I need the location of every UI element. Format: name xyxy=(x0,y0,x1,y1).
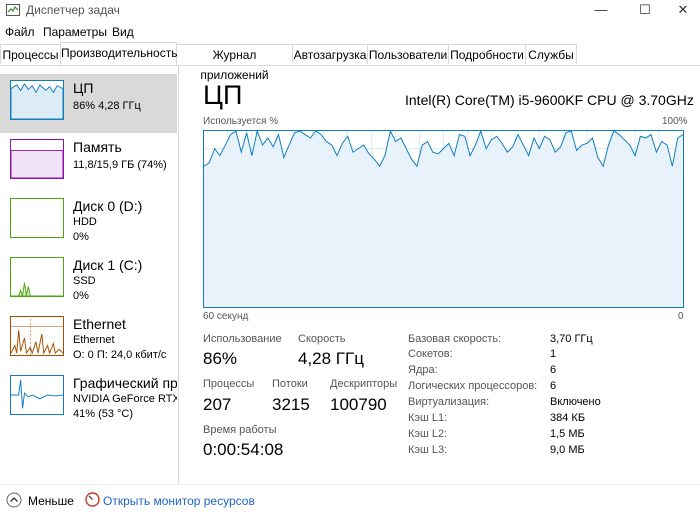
sidebar-item-disk0[interactable]: Диск 0 (D:) HDD 0% xyxy=(0,192,177,251)
sidebar-item-type: HDD xyxy=(73,216,97,228)
sidebar-item-title: Ethernet xyxy=(73,316,126,332)
detail-value: 6 xyxy=(550,380,557,392)
detail-label: Ядра: xyxy=(408,364,438,376)
minimize-button[interactable]: — xyxy=(578,0,624,22)
menu-file[interactable]: Файл xyxy=(5,25,35,39)
graph-time-label: 60 секунд xyxy=(203,311,249,322)
detail-value: 3,70 ГГц xyxy=(550,333,593,345)
uptime-label: Время работы xyxy=(203,424,277,436)
threads-value: 3215 xyxy=(272,395,310,414)
tab-details[interactable]: Подробности xyxy=(448,44,526,64)
tab-users[interactable]: Пользователи xyxy=(367,44,449,64)
sidebar-item-disk1[interactable]: Диск 1 (C:) SSD 0% xyxy=(0,251,177,310)
sidebar-item-title: Память xyxy=(73,139,122,155)
cpu-model: Intel(R) Core(TM) i5-9600KF CPU @ 3.70GH… xyxy=(405,92,694,108)
sidebar-item-detail: 0% xyxy=(73,231,89,243)
disk1-thumbnail xyxy=(10,257,64,297)
tab-app-history[interactable]: Журнал приложений xyxy=(176,44,293,82)
task-manager-icon xyxy=(6,4,20,16)
fewer-details-button[interactable]: Меньше xyxy=(28,494,74,508)
menu-view[interactable]: Вид xyxy=(112,25,134,39)
tab-services[interactable]: Службы xyxy=(525,44,577,64)
detail-label: Кэш L2: xyxy=(408,428,448,440)
resource-monitor-icon[interactable] xyxy=(85,492,100,507)
detail-label: Сокетов: xyxy=(408,348,453,360)
sidebar-item-ethernet[interactable]: Ethernet Ethernet О: 0 П: 24,0 кбит/с xyxy=(0,310,177,369)
sidebar-item-detail: 86% 4,28 ГГц xyxy=(73,100,141,112)
usage-label: Использование xyxy=(203,333,282,345)
detail-value: 384 КБ xyxy=(550,412,586,424)
detail-label: Виртуализация: xyxy=(408,396,490,408)
close-button[interactable]: ✕ xyxy=(660,0,700,22)
usage-value: 86% xyxy=(203,349,238,368)
detail-value: 1,5 МБ xyxy=(550,428,585,440)
detail-label: Логических процессоров: xyxy=(408,380,538,392)
tab-performance[interactable]: Производительность xyxy=(60,42,177,65)
graph-min-label: 0 xyxy=(678,311,684,322)
sidebar-item-cpu[interactable]: ЦП 86% 4,28 ГГц xyxy=(0,74,177,133)
cpu-usage-graph xyxy=(203,130,684,308)
window-title: Диспетчер задач xyxy=(26,3,120,17)
detail-label: Кэш L1: xyxy=(408,412,448,424)
menu-options[interactable]: Параметры xyxy=(43,25,107,39)
tab-startup[interactable]: Автозагрузка xyxy=(292,44,368,64)
threads-label: Потоки xyxy=(272,378,308,390)
graph-max-label: 100% xyxy=(662,116,688,127)
sidebar-item-title: Диск 0 (D:) xyxy=(73,198,143,214)
memory-thumbnail xyxy=(10,139,64,179)
sidebar-item-detail: О: 0 П: 24,0 кбит/с xyxy=(73,349,167,361)
uptime-value: 0:00:54:08 xyxy=(203,440,284,459)
detail-value: 9,0 МБ xyxy=(550,444,585,456)
sidebar-item-detail: 41% (53 °C) xyxy=(73,408,134,420)
sidebar-item-title: Диск 1 (C:) xyxy=(73,257,143,273)
disk0-thumbnail xyxy=(10,198,64,238)
chevron-up-icon[interactable] xyxy=(6,492,22,508)
handles-label: Дескрипторы xyxy=(330,378,398,390)
ethernet-thumbnail xyxy=(10,316,64,356)
processes-value: 207 xyxy=(203,395,232,414)
cpu-thumbnail xyxy=(10,80,64,120)
sidebar: ЦП 86% 4,28 ГГц Память 11,8/15,9 ГБ (74%… xyxy=(0,66,179,484)
speed-value: 4,28 ГГц xyxy=(298,349,364,368)
cpu-usage-area xyxy=(204,131,683,307)
handles-value: 100790 xyxy=(330,395,387,414)
graph-y-label: Используется % xyxy=(203,116,279,127)
detail-label: Базовая скорость: xyxy=(408,333,502,345)
processes-label: Процессы xyxy=(203,378,255,390)
sidebar-item-title: Графический проце xyxy=(73,375,177,391)
sidebar-item-detail: 11,8/15,9 ГБ (74%) xyxy=(73,159,167,171)
speed-label: Скорость xyxy=(298,333,346,345)
sidebar-item-type: NVIDIA GeForce RTX 20 xyxy=(73,393,177,405)
tab-processes[interactable]: Процессы xyxy=(0,44,61,64)
sidebar-item-type: Ethernet xyxy=(73,334,115,346)
page-title: ЦП xyxy=(203,80,243,110)
gpu-thumbnail xyxy=(10,375,64,415)
detail-value: Включено xyxy=(550,396,601,408)
detail-value: 6 xyxy=(550,364,557,376)
sidebar-item-detail: 0% xyxy=(73,290,89,302)
detail-label: Кэш L3: xyxy=(408,444,448,456)
open-resource-monitor-link[interactable]: Открыть монитор ресурсов xyxy=(103,494,255,508)
sidebar-item-type: SSD xyxy=(73,275,96,287)
sidebar-item-gpu[interactable]: Графический проце NVIDIA GeForce RTX 20 … xyxy=(0,369,177,431)
detail-value: 1 xyxy=(550,348,557,360)
sidebar-item-memory[interactable]: Память 11,8/15,9 ГБ (74%) xyxy=(0,133,177,192)
sidebar-item-title: ЦП xyxy=(73,80,94,96)
